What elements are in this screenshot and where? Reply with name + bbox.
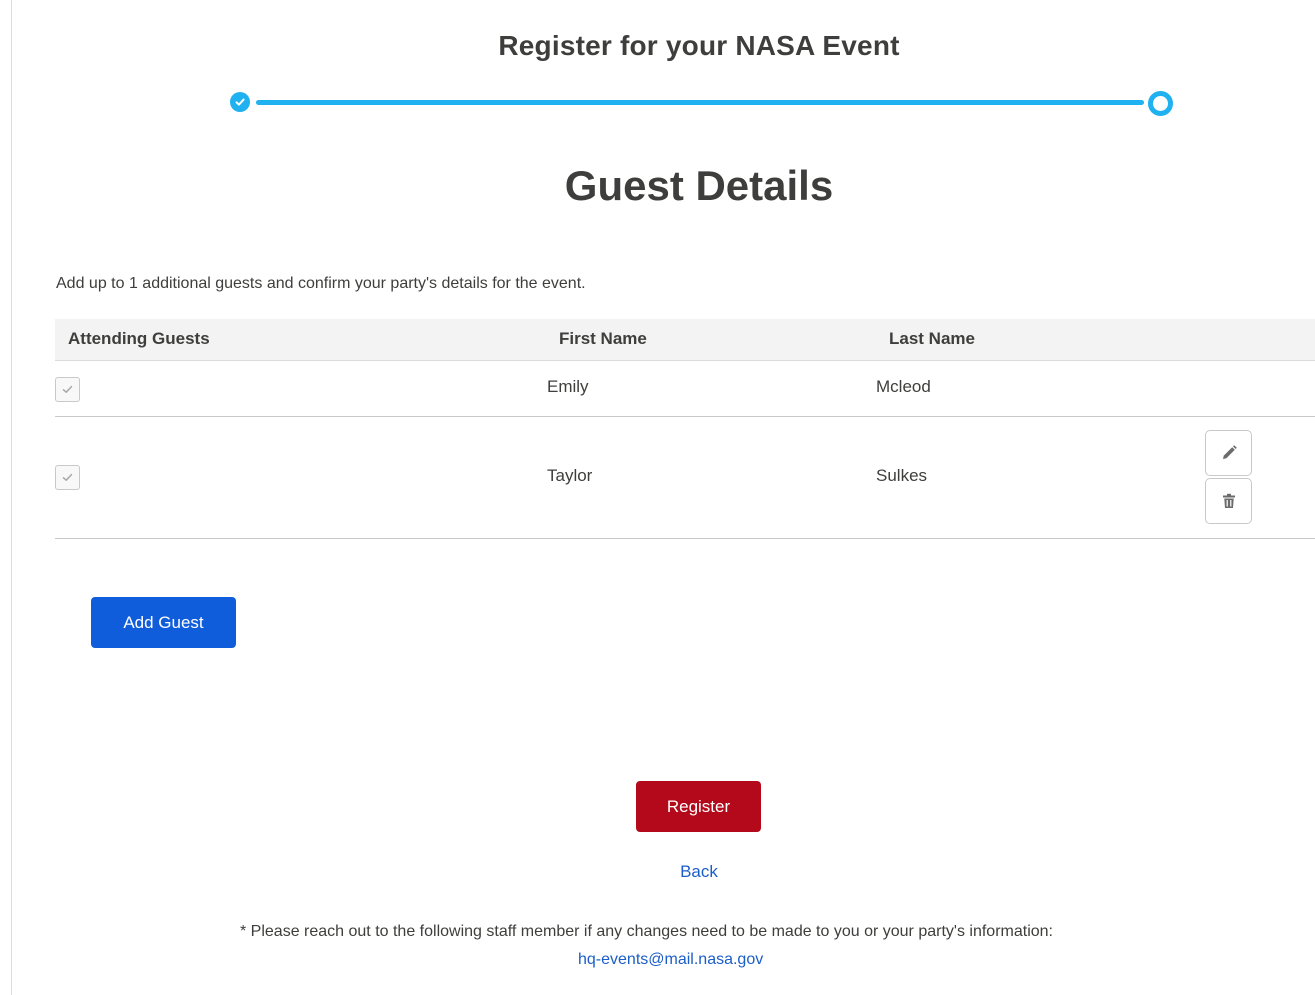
check-icon	[62, 473, 73, 481]
guest-last-name: Mcleod	[876, 377, 931, 396]
back-link[interactable]: Back	[680, 862, 718, 881]
edit-guest-button[interactable]	[1205, 430, 1252, 476]
register-button[interactable]: Register	[636, 781, 761, 832]
guest-first-name: Taylor	[547, 466, 593, 485]
completed-step-icon	[230, 92, 250, 112]
guest-table: Attending Guests First Name Last Name Em…	[55, 319, 1315, 539]
table-row: Taylor Sulkes	[55, 417, 1315, 539]
column-header-attending: Attending Guests	[68, 329, 210, 348]
add-guest-button[interactable]: Add Guest	[91, 597, 236, 648]
intro-text: Add up to 1 additional guests and confir…	[56, 275, 586, 292]
guest-last-name: Sulkes	[876, 466, 928, 485]
delete-guest-button[interactable]	[1205, 478, 1252, 524]
column-header-last-name: Last Name	[889, 329, 975, 348]
current-step-icon	[1148, 91, 1173, 116]
progress-bar	[256, 100, 1144, 105]
check-icon	[235, 98, 245, 106]
attending-checkbox[interactable]	[55, 377, 80, 402]
trash-icon	[1222, 493, 1235, 508]
back-link-container: Back	[0, 862, 1315, 882]
event-title: Register for your NASA Event	[498, 30, 900, 61]
column-header-first-name: First Name	[559, 329, 647, 348]
contact-note: * Please reach out to the following staf…	[240, 923, 1053, 940]
section-title: Guest Details	[564, 162, 834, 209]
guest-first-name: Emily	[547, 377, 589, 396]
registration-page: Register for your NASA Event Guest Detai…	[0, 0, 1315, 995]
check-icon	[62, 385, 73, 393]
pencil-icon	[1222, 445, 1237, 459]
table-row: Emily Mcleod	[55, 361, 1315, 417]
attending-checkbox[interactable]	[55, 465, 80, 490]
table-header: Attending Guests First Name Last Name	[55, 319, 1315, 361]
left-divider	[11, 0, 12, 995]
contact-email-link[interactable]: hq-events@mail.nasa.gov	[578, 951, 763, 969]
